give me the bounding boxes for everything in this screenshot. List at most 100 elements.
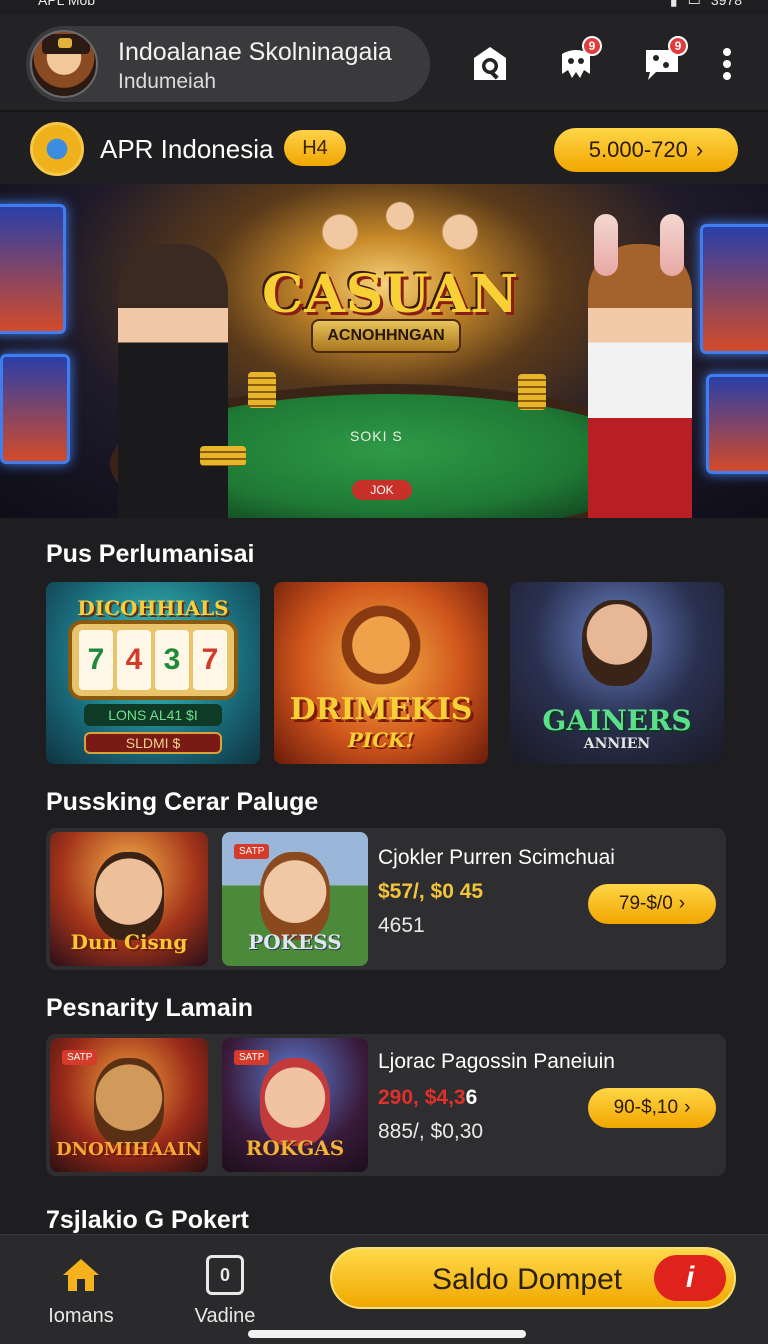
wallet-balance-button[interactable]: Saldo Dompet i	[330, 1247, 736, 1309]
game-thumbnail[interactable]: SATP ROKGAS	[222, 1038, 368, 1172]
thumbnail-label: Dun Cisng	[70, 930, 188, 954]
status-right-text: 3978	[710, 0, 742, 8]
card-button-label: 79-$/0	[618, 893, 673, 914]
avatar[interactable]	[30, 30, 98, 98]
signal-icon: ▮	[670, 0, 678, 9]
notifications-icon[interactable]: 9	[556, 36, 602, 84]
hero-banner[interactable]: SOKI S JOK CASUAN ACNOHHNGAN	[0, 184, 768, 518]
wallet-icon-text: i	[685, 1261, 695, 1294]
thumbnail-label: DNOMIHAAIN	[56, 1139, 202, 1160]
slot-plate: LONS AL41 $I	[84, 704, 222, 726]
status-bar: APL Mob ▮ ▭ 3978	[0, 0, 768, 14]
slot-machine-right	[700, 224, 768, 354]
card-title: Ljorac Pagossin Paneiuin	[378, 1050, 615, 1073]
brand-logo-icon	[30, 122, 84, 176]
reel-symbol: 7	[79, 630, 113, 690]
dealer-right-figure	[588, 214, 692, 518]
section-title: Pussking Cerar Paluge	[46, 788, 319, 816]
nav-vault[interactable]: 0 Vadine	[170, 1255, 280, 1328]
fox-character	[336, 600, 426, 700]
home-indicator[interactable]	[248, 1330, 526, 1338]
notifications-badge: 9	[582, 36, 602, 56]
messages-badge: 9	[668, 36, 688, 56]
nav-vault-label: Vadine	[194, 1305, 256, 1327]
more-menu-icon[interactable]	[712, 44, 742, 84]
game-card[interactable]: Dun Cisng SATP POKESS Cjokler Purren Sci…	[46, 828, 726, 970]
account-row: APR Indonesia H4 5.000-720 ›	[0, 114, 768, 184]
section-title: Pesnarity Lamain	[46, 994, 254, 1022]
vault-icon-text: 0	[219, 1264, 230, 1285]
balance-button[interactable]: 5.000-720 ›	[554, 128, 738, 172]
crowd-figures	[300, 184, 500, 264]
section-title: 7sjlakio G Pokert	[46, 1206, 249, 1234]
hero-logo-ribbon: ACNOHHNGAN	[311, 319, 461, 353]
clipboard-icon: 0	[170, 1255, 280, 1299]
game-tile-subtitle: ANNIEN	[583, 736, 651, 752]
game-tile-drimekis[interactable]: DRIMEKIS PICK!	[274, 582, 488, 764]
game-thumbnail[interactable]: SATP DNOMIHAAIN	[50, 1038, 208, 1172]
card-button-label: 90-$,10	[613, 1097, 679, 1118]
status-left-text: APL Mob	[38, 0, 96, 8]
chip-stack	[200, 446, 246, 466]
game-thumbnail[interactable]: Dun Cisng	[50, 832, 208, 966]
card-price: $57/, $0 45	[378, 880, 484, 903]
nav-home-label: Iomans	[48, 1305, 114, 1327]
game-thumbnail[interactable]: SATP POKESS	[222, 832, 368, 966]
game-tile-title: DICOHHIALS	[77, 596, 229, 620]
user-profile-pill[interactable]: Indoalanae Skolninagaia Indumeiah	[26, 26, 430, 102]
card-price-red: 290, $4,3	[378, 1086, 466, 1109]
chevron-right-icon: ›	[684, 1097, 691, 1118]
chevron-right-icon: ›	[678, 893, 686, 914]
slot-plate: SLDMI $	[84, 732, 222, 754]
account-name: APR Indonesia	[100, 134, 274, 164]
app-screen: APL Mob ▮ ▭ 3978 Indoalanae Skolninagaia…	[0, 0, 768, 1344]
card-play-button[interactable]: 90-$,10 ›	[588, 1088, 716, 1128]
info-icon: i	[654, 1255, 726, 1301]
reel-symbol: 7	[193, 630, 227, 690]
slot-machine-left	[0, 204, 66, 334]
chip-stack	[518, 374, 546, 410]
search-icon[interactable]	[470, 44, 510, 84]
reel-symbol: 3	[155, 630, 189, 690]
hero-logo-title: CASUAN	[262, 264, 519, 325]
game-tile-gainers[interactable]: GAINERS ANNIEN	[510, 582, 724, 764]
card-price: 290, $4,36	[378, 1086, 477, 1110]
messages-icon[interactable]: 9	[642, 36, 688, 84]
thumbnail-tag: SATP	[234, 844, 270, 859]
game-card[interactable]: SATP DNOMIHAAIN SATP ROKGAS Ljorac Pagos…	[46, 1034, 726, 1176]
hero-logo: CASUAN ACNOHHNGAN	[262, 264, 519, 353]
table-label: SOKI S	[350, 428, 403, 444]
chip-stack	[248, 372, 276, 408]
slot-machine-right-lower	[706, 374, 768, 474]
game-tile-subtitle: PICK!	[347, 728, 415, 752]
thumbnail-tag: SATP	[62, 1050, 98, 1065]
dealer-left-figure	[118, 244, 228, 518]
battery-icon: ▭	[688, 0, 701, 9]
card-play-button[interactable]: 79-$/0 ›	[588, 884, 716, 924]
home-icon	[26, 1255, 136, 1299]
user-subtitle: Indumeiah	[118, 70, 217, 93]
player-character	[582, 600, 652, 686]
reel-symbol: 4	[117, 630, 151, 690]
game-tile-slots[interactable]: DICOHHIALS 7 4 3 7 LONS AL41 $I SLDMI $	[46, 582, 260, 764]
slot-reels: 7 4 3 7	[68, 620, 238, 700]
balance-value: 5.000-720	[588, 137, 688, 162]
thumbnail-label: POKESS	[248, 930, 342, 954]
section-title: Pus Perlumanisai	[46, 540, 255, 568]
user-name: Indoalanae Skolninagaia	[118, 38, 392, 66]
thumbnail-tag: SATP	[234, 1050, 270, 1065]
top-bar: Indoalanae Skolninagaia Indumeiah 9 9	[0, 14, 768, 112]
status-right-group: ▮ ▭ 3978	[670, 0, 742, 9]
card-title: Cjokler Purren Scimchuai	[378, 846, 615, 869]
table-oval-label: JOK	[352, 480, 412, 500]
chevron-right-icon: ›	[695, 137, 704, 162]
wallet-label: Saldo Dompet	[432, 1263, 623, 1296]
card-price-white: 6	[465, 1086, 478, 1109]
card-count: 4651	[378, 914, 425, 937]
thumbnail-label: ROKGAS	[245, 1136, 345, 1160]
bottom-nav: Iomans 0 Vadine Saldo Dompet i	[0, 1234, 768, 1344]
nav-home[interactable]: Iomans	[26, 1255, 136, 1328]
card-count: 885/, $0,30	[378, 1120, 484, 1143]
game-tile-title: GAINERS	[542, 704, 692, 737]
slot-machine-left-lower	[0, 354, 70, 464]
